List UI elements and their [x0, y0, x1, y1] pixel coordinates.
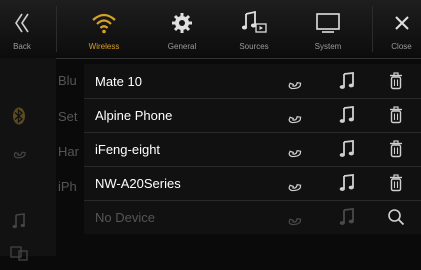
tab-system-label: System: [314, 42, 342, 51]
background-row-label: Blu: [58, 72, 77, 88]
back-label: Back: [13, 42, 31, 51]
device-row[interactable]: NW-A20Series: [84, 166, 421, 201]
phone-icon[interactable]: [285, 106, 303, 124]
search-icon[interactable]: [387, 208, 405, 226]
monitor-icon: [315, 8, 341, 38]
device-row[interactable]: Alpine Phone: [84, 98, 421, 133]
device-row-empty: No Device: [84, 200, 421, 234]
gear-icon: [171, 8, 193, 38]
device-name: Mate 10: [95, 73, 142, 89]
background-row-label: Set: [58, 108, 78, 124]
trash-icon[interactable]: [387, 174, 405, 192]
music-note-icon[interactable]: [338, 106, 356, 124]
device-row[interactable]: Mate 10: [84, 64, 421, 99]
sources-icon: [6, 245, 32, 261]
trash-icon[interactable]: [387, 72, 405, 90]
device-row[interactable]: iFeng-eight: [84, 132, 421, 167]
device-name: iFeng-eight: [95, 141, 161, 157]
device-name: No Device: [95, 209, 155, 225]
tab-sources[interactable]: Sources: [222, 0, 286, 58]
phone-icon: [6, 143, 32, 159]
phone-icon[interactable]: [285, 174, 303, 192]
double-chevron-left-icon: [14, 8, 30, 38]
music-note-icon[interactable]: [338, 174, 356, 192]
close-label: Close: [391, 42, 412, 51]
background-row-label: Har: [58, 143, 79, 159]
music-note-icon: [338, 208, 356, 226]
music-note-icon[interactable]: [338, 140, 356, 158]
back-button[interactable]: Back: [0, 0, 44, 58]
tab-sources-label: Sources: [239, 42, 269, 51]
music-note-icon: [6, 213, 32, 229]
wifi-icon: [91, 8, 117, 38]
tab-general[interactable]: General: [150, 0, 214, 58]
trash-icon[interactable]: [387, 106, 405, 124]
close-icon: [394, 8, 410, 38]
top-tab-bar: Back Wireless General Sources System Clo…: [0, 0, 421, 59]
tab-wireless[interactable]: Wireless: [72, 0, 136, 58]
background-row-label: iPh: [58, 178, 77, 194]
device-name: NW-A20Series: [95, 175, 181, 191]
tab-system[interactable]: System: [296, 0, 360, 58]
music-note-icon: [241, 8, 267, 38]
music-note-icon[interactable]: [338, 72, 356, 90]
background-row: [0, 236, 421, 270]
bluetooth-icon: [6, 107, 32, 125]
tab-wireless-label: Wireless: [88, 42, 120, 51]
trash-icon[interactable]: [387, 140, 405, 158]
phone-icon: [285, 208, 303, 226]
tab-divider: [56, 6, 57, 52]
device-name: Alpine Phone: [95, 107, 173, 123]
tab-general-label: General: [167, 42, 197, 51]
phone-icon[interactable]: [285, 72, 303, 90]
phone-icon[interactable]: [285, 140, 303, 158]
close-button[interactable]: Close: [382, 0, 421, 58]
tab-divider: [372, 6, 373, 52]
device-list-popup: Mate 10 Alpine Phone iFeng-eight NW-A20S…: [84, 64, 421, 234]
